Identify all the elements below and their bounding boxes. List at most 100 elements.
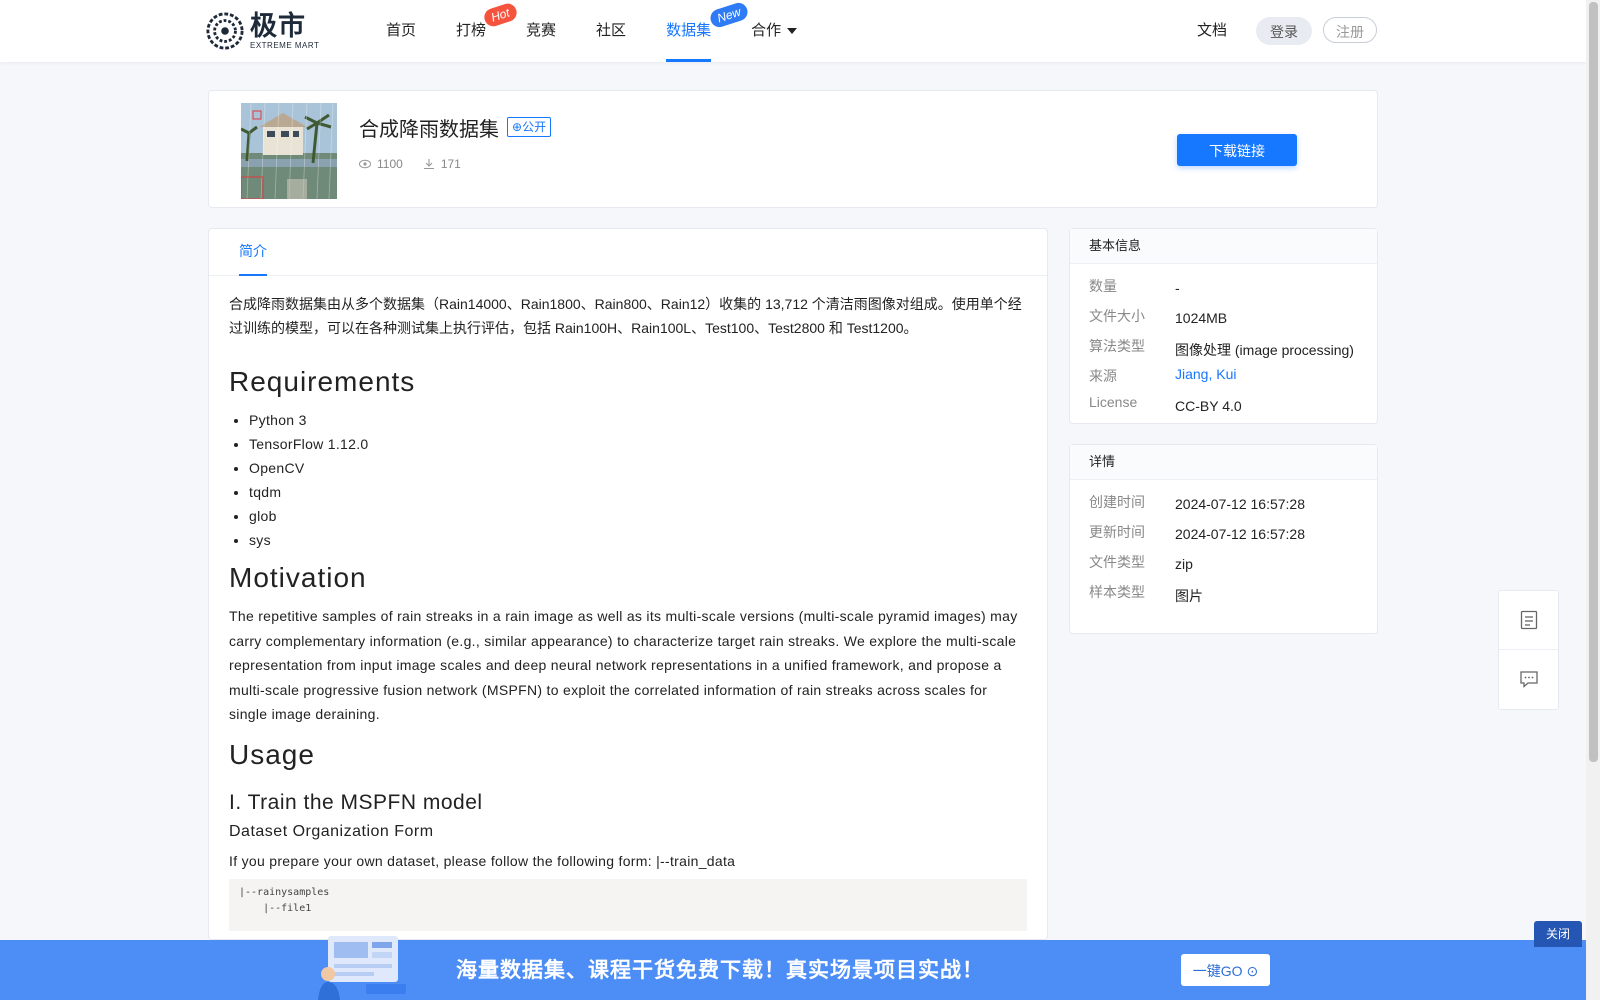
nav-label: 社区: [596, 22, 627, 39]
info-value: -: [1175, 280, 1180, 296]
detail-row-sampletype: 样本类型 图片: [1070, 574, 1377, 604]
nav-label: 打榜: [456, 22, 487, 39]
info-value: 1024MB: [1175, 310, 1228, 326]
info-value: CC-BY 4.0: [1175, 398, 1242, 414]
details-heading: 详情: [1070, 445, 1377, 480]
visibility-badge: ⊕公开: [507, 117, 552, 137]
document-icon: [1520, 610, 1537, 630]
brand-name-en: EXTREME MART: [250, 40, 320, 50]
list-item: tqdm: [249, 480, 1027, 504]
comment-icon: [1519, 671, 1538, 688]
arrow-circle-icon: ⊙: [1246, 963, 1259, 979]
detail-key: 文件类型: [1089, 554, 1145, 570]
detail-value: 2024-07-12 16:57:28: [1175, 496, 1305, 512]
downloads-count: 171: [440, 157, 461, 171]
register-button[interactable]: 注册: [1323, 17, 1377, 43]
nav-item-home[interactable]: 首页: [386, 0, 416, 62]
info-key: 来源: [1089, 368, 1117, 384]
basic-info-panel: 基本信息 数量 - 文件大小 1024MB 算法类型 图像处理 (image proc…: [1069, 228, 1378, 424]
motivation-text: The repetitive samples of rain streaks i…: [229, 608, 1018, 722]
new-badge: New: [708, 0, 750, 30]
detail-key: 更新时间: [1089, 524, 1145, 540]
banner-illustration: [318, 936, 406, 1000]
hot-badge: Hot: [482, 1, 519, 29]
scrollbar-thumb[interactable]: [1589, 2, 1598, 762]
dataset-description-panel: 简介 合成降雨数据集由从多个数据集（Rain14000、Rain1800、Rai…: [208, 228, 1048, 940]
motivation-heading: Motivation: [229, 562, 367, 593]
eye-icon: [359, 159, 371, 169]
details-panel: 详情 创建时间 2024-07-12 16:57:28 更新时间 2024-07-1…: [1069, 444, 1378, 634]
dataset-org-heading: Dataset Organization Form: [229, 822, 434, 840]
dataset-header-card: 合成降雨数据集 ⊕公开 1100 171 下载链接: [208, 90, 1378, 208]
intro-text: 合成降雨数据集由从多个数据集（Rain14000、Rain1800、Rain80…: [229, 296, 1022, 336]
requirements-heading: Requirements: [229, 366, 416, 397]
detail-value: zip: [1175, 556, 1193, 572]
nav-item-community[interactable]: 社区: [596, 0, 626, 62]
detail-row-filetype: 文件类型 zip: [1070, 544, 1377, 574]
list-item: Python 3: [249, 408, 1027, 432]
tab-bar: 简介: [209, 229, 1047, 276]
docs-link[interactable]: 文档: [1197, 0, 1227, 62]
dataset-org-text: If you prepare your own dataset, please …: [229, 852, 736, 869]
download-link-button[interactable]: 下载链接: [1177, 134, 1297, 166]
nav-item-competition[interactable]: 竞赛: [526, 0, 556, 62]
description-body: 合成降雨数据集由从多个数据集（Rain14000、Rain1800、Rain80…: [209, 276, 1047, 931]
detail-value: 图片: [1175, 588, 1203, 604]
downloads-stat: 171: [423, 157, 461, 171]
views-stat: 1100: [359, 157, 403, 171]
info-row-license: License CC-BY 4.0: [1070, 386, 1377, 416]
download-icon: [423, 159, 434, 170]
source-link[interactable]: Jiang, Kui: [1175, 366, 1236, 382]
logo-icon: [206, 12, 244, 50]
go-label: 一键GO: [1192, 963, 1243, 979]
dataset-title: 合成降雨数据集: [359, 119, 499, 141]
comment-tool-button[interactable]: [1499, 649, 1558, 708]
train-heading: I. Train the MSPFN model: [229, 790, 483, 814]
list-item: OpenCV: [249, 456, 1027, 480]
document-tool-button[interactable]: [1499, 591, 1558, 649]
info-key: License: [1089, 394, 1138, 410]
detail-key: 创建时间: [1089, 494, 1145, 510]
lock-open-icon: ⊕: [512, 120, 523, 134]
promo-banner: 海量数据集、课程干货免费下载！真实场景项目实战！ 一键GO ⊙ 关闭: [0, 921, 1586, 1000]
floating-toolbar: [1498, 590, 1559, 710]
info-row-algorithm: 算法类型 图像处理 (image processing): [1070, 328, 1377, 358]
info-row-size: 文件大小 1024MB: [1070, 298, 1377, 328]
detail-key: 样本类型: [1089, 584, 1145, 600]
nav-label: 数据集: [666, 22, 712, 39]
info-row-source: 来源 Jiang, Kui: [1070, 358, 1377, 386]
nav-item-cooperation[interactable]: 合作: [751, 0, 798, 62]
nav-label: 合作: [751, 22, 782, 39]
list-item: sys: [249, 528, 1027, 552]
usage-heading: Usage: [229, 738, 315, 770]
thumbnail-image: [241, 103, 337, 199]
one-click-go-button[interactable]: 一键GO ⊙: [1181, 954, 1270, 986]
dataset-stats: 1100 171: [359, 157, 481, 171]
code-block: |--rainysamples |--file1: [229, 879, 1027, 931]
detail-value: 2024-07-12 16:57:28: [1175, 526, 1305, 542]
brand-logo[interactable]: 极市 EXTREME MART: [206, 12, 319, 50]
info-value: 图像处理 (image processing): [1175, 342, 1354, 358]
info-row-count: 数量 -: [1070, 268, 1377, 298]
list-item: TensorFlow 1.12.0: [249, 432, 1027, 456]
requirements-list: Python 3 TensorFlow 1.12.0 OpenCV tqdm g…: [229, 408, 1027, 552]
chevron-down-icon: [787, 28, 798, 35]
top-navbar: 极市 EXTREME MART 首页 打榜 Hot 竞赛 社区 数据集 New …: [0, 0, 1586, 62]
visibility-label: 公开: [522, 120, 547, 134]
banner-close-button[interactable]: 关闭: [1534, 921, 1582, 947]
banner-text: 海量数据集、课程干货免费下载！真实场景项目实战！: [456, 957, 984, 982]
login-button[interactable]: 登录: [1256, 17, 1312, 45]
info-key: 算法类型: [1089, 338, 1145, 354]
nav-item-leaderboard[interactable]: 打榜 Hot: [456, 0, 519, 62]
views-count: 1100: [377, 157, 403, 171]
nav-label: 竞赛: [526, 22, 557, 39]
basic-info-heading: 基本信息: [1070, 229, 1377, 264]
info-key: 数量: [1089, 278, 1117, 294]
tab-intro[interactable]: 简介: [239, 229, 267, 276]
brand-name: 极市: [250, 10, 306, 41]
nav-item-datasets[interactable]: 数据集 New: [666, 0, 750, 62]
main-nav: 首页 打榜 Hot 竞赛 社区 数据集 New 合作: [386, 0, 837, 62]
detail-row-created: 创建时间 2024-07-12 16:57:28: [1070, 484, 1377, 514]
list-item: glob: [249, 504, 1027, 528]
detail-row-updated: 更新时间 2024-07-12 16:57:28: [1070, 514, 1377, 544]
